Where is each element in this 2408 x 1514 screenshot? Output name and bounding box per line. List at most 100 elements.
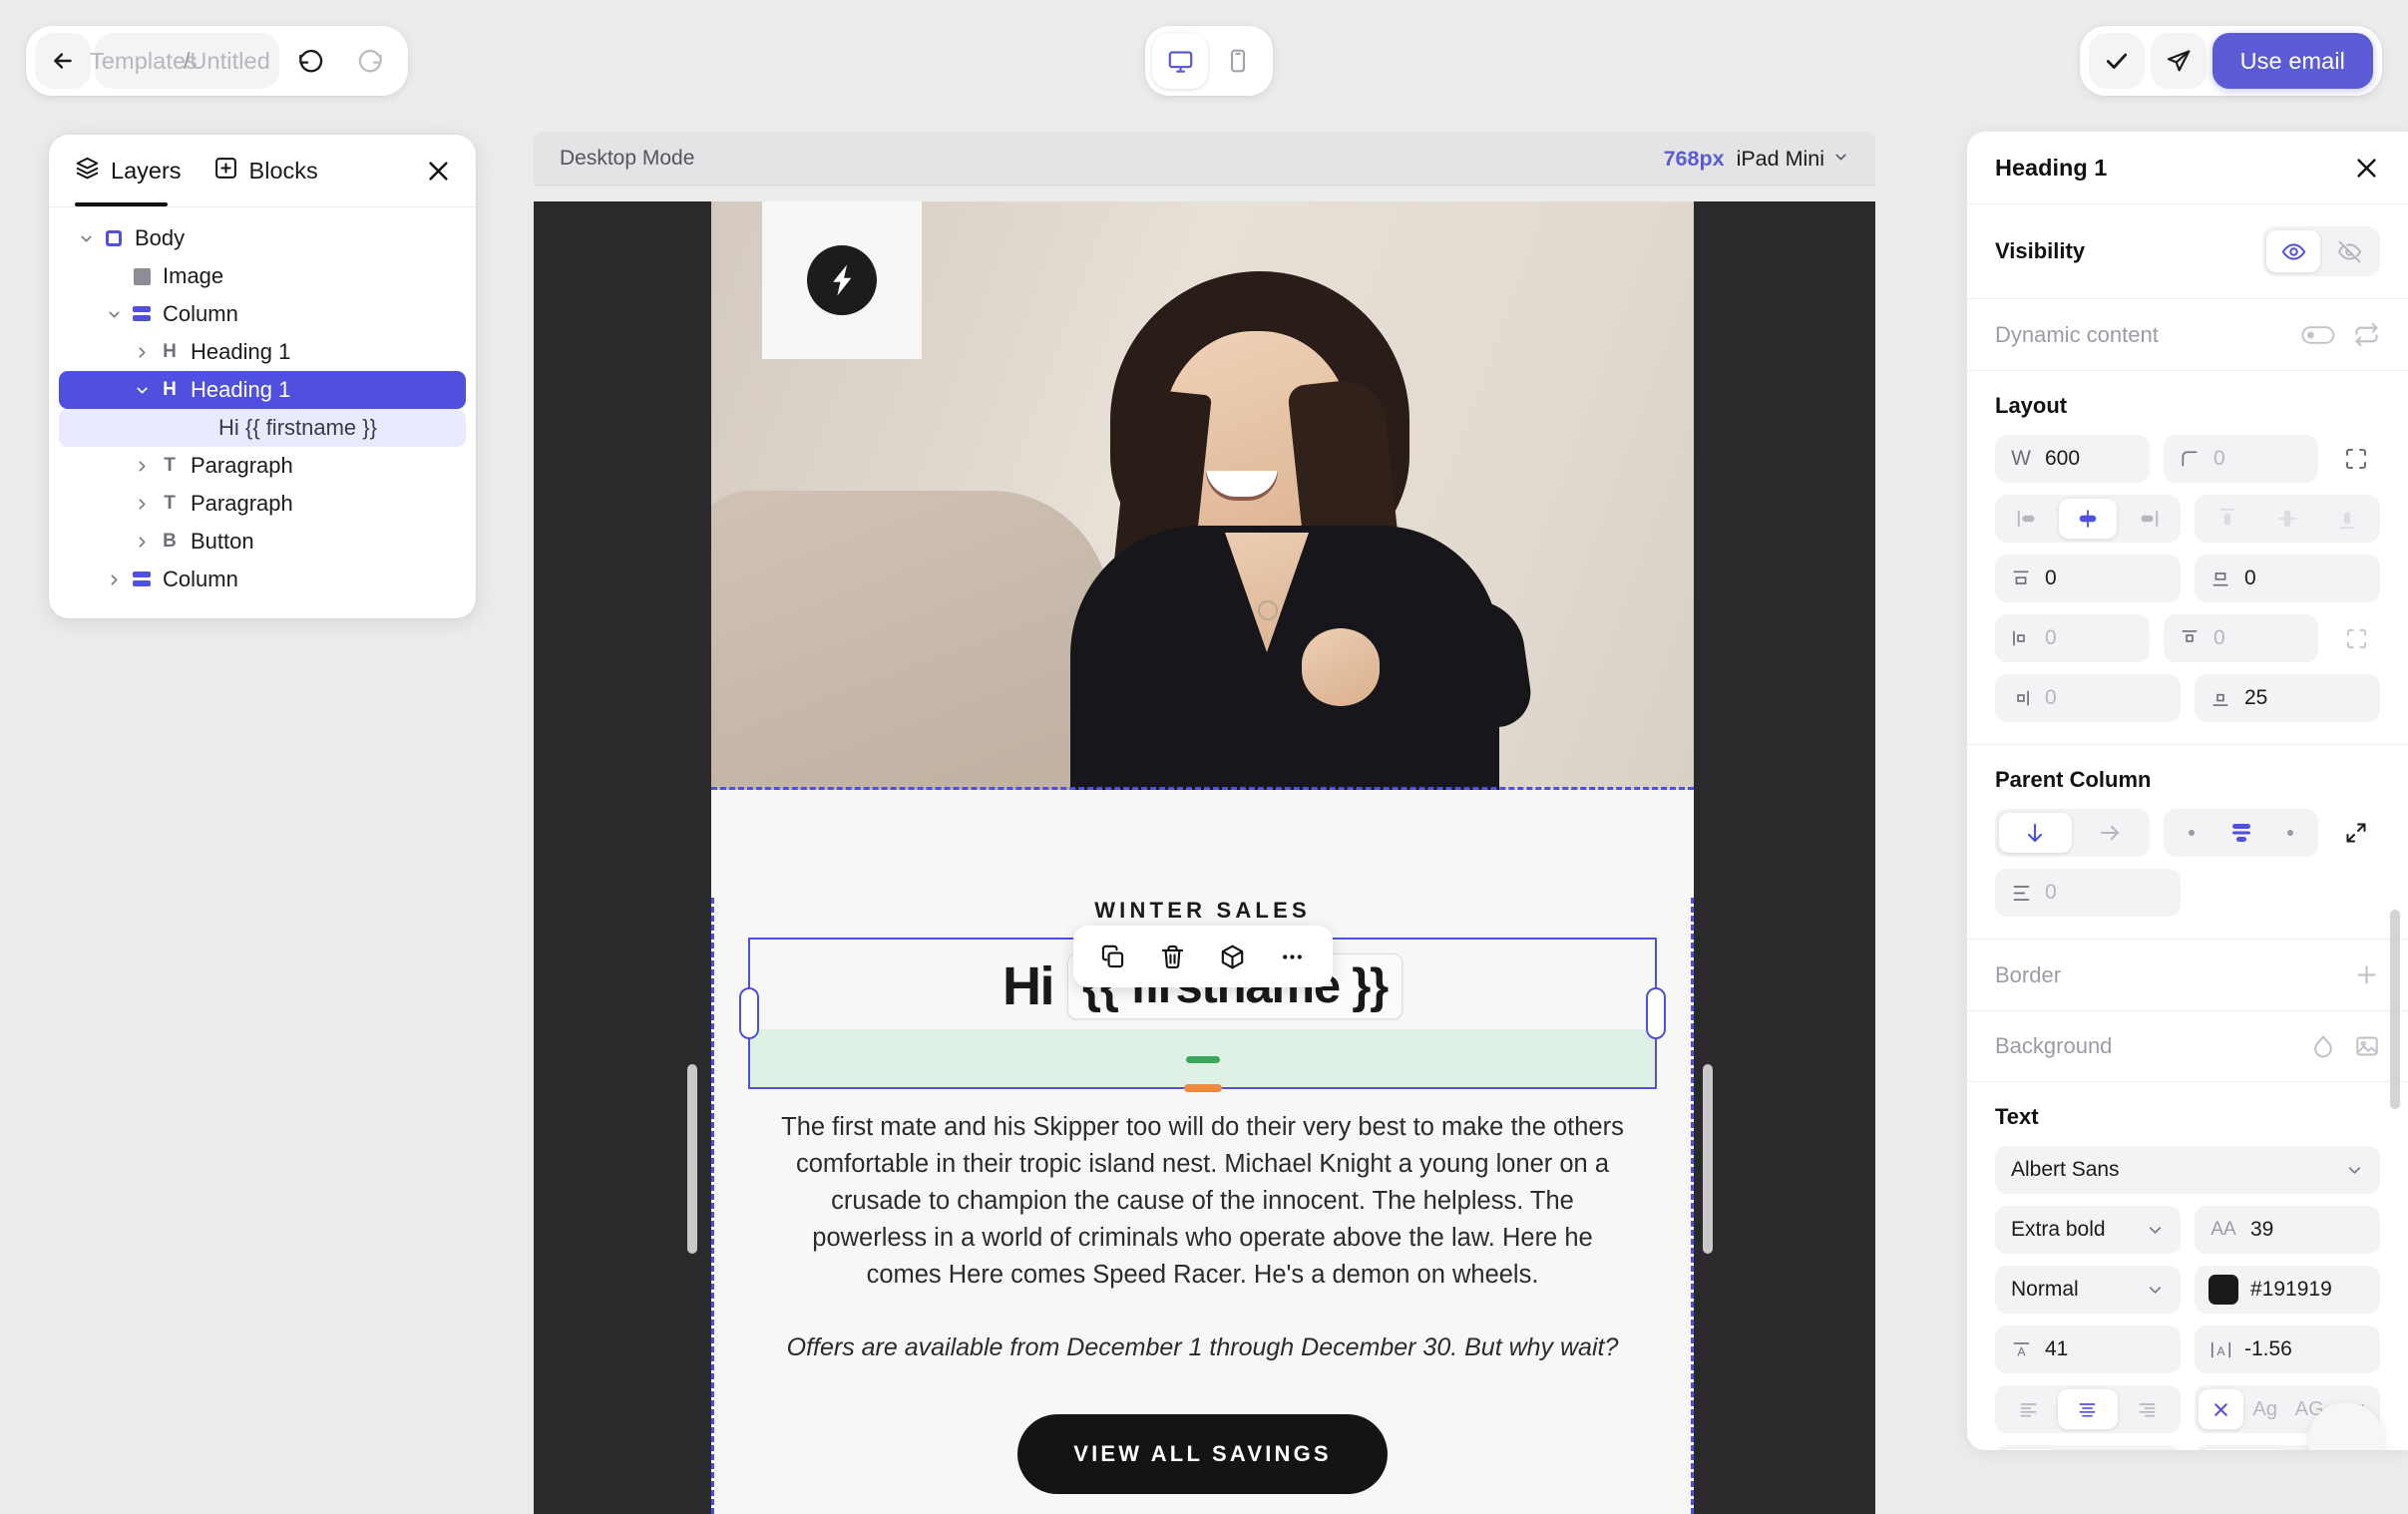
dot-small-icon-left[interactable] — [2168, 813, 2215, 853]
layer-node-hi-firstname[interactable]: Hi {{ firstname }} — [59, 409, 466, 447]
text-style-select[interactable]: Normal — [1995, 1266, 2181, 1314]
underline-icon[interactable] — [2058, 1449, 2117, 1450]
arrow-down-icon[interactable] — [1999, 813, 2072, 853]
eyebrow-text[interactable]: WINTER SALES — [714, 898, 1691, 924]
decoration-none-x-icon[interactable] — [1999, 1449, 2059, 1450]
chevron-down-icon[interactable] — [73, 230, 99, 247]
layer-node-heading-1[interactable]: H Heading 1 — [59, 333, 466, 371]
package-icon[interactable] — [1207, 931, 1259, 982]
hero-image[interactable] — [711, 201, 1694, 790]
layer-node-heading-1[interactable]: H Heading 1 — [59, 371, 466, 409]
none-x-icon[interactable] — [2199, 1389, 2243, 1429]
text-align-center-icon[interactable] — [2058, 1389, 2118, 1429]
resize-handle-right[interactable] — [1646, 987, 1666, 1039]
layer-node-paragraph[interactable]: T Paragraph — [59, 485, 466, 523]
device-mobile-button[interactable] — [1210, 33, 1266, 89]
chevron-right-icon[interactable] — [101, 571, 127, 588]
breadcrumb-templates[interactable]: Templates — [90, 40, 198, 82]
back-button[interactable] — [35, 33, 91, 89]
align-left-icon[interactable] — [1999, 499, 2057, 539]
corner-radius-field[interactable]: 0 — [2164, 435, 2318, 483]
chevron-right-icon[interactable] — [129, 344, 155, 361]
resize-handle-left[interactable] — [739, 987, 759, 1039]
padding-left-value: 0 — [2045, 626, 2057, 649]
capitalize-icon[interactable]: Ag — [2243, 1389, 2288, 1429]
duplicate-icon[interactable] — [1087, 931, 1139, 982]
chevron-down-icon[interactable] — [129, 382, 155, 399]
text-color-field[interactable]: #191919 — [2195, 1266, 2380, 1314]
margin-bottom-field[interactable]: 0 — [2195, 555, 2380, 602]
body-paragraph[interactable]: The first mate and his Skipper too will … — [774, 1109, 1631, 1294]
device-desktop-button[interactable] — [1152, 33, 1208, 89]
align-right-icon[interactable] — [2119, 499, 2177, 539]
ltr-icon[interactable] — [2199, 1449, 2287, 1450]
layer-node-image[interactable]: Image — [59, 257, 466, 295]
align-middle-icon[interactable] — [2258, 499, 2316, 539]
padding-left-field[interactable]: 0 — [1995, 614, 2150, 662]
chevron-right-icon[interactable] — [129, 496, 155, 513]
padding-right-field[interactable]: 0 — [1995, 674, 2181, 722]
letter-spacing-field[interactable]: A -1.56 — [2195, 1325, 2380, 1373]
trash-icon[interactable] — [1147, 931, 1199, 982]
canvas-viewport[interactable]: WINTER SALES Hi {{ firstname }} The firs… — [534, 201, 1875, 1514]
layer-node-column[interactable]: Column — [59, 295, 466, 333]
breadcrumb-current[interactable]: Untitled — [190, 40, 269, 82]
width-field[interactable]: W 600 — [1995, 435, 2150, 483]
canvas-scrollbar-left[interactable] — [687, 1064, 697, 1254]
expand-diagonal-icon[interactable] — [2332, 809, 2380, 857]
send-test-button[interactable] — [2150, 33, 2207, 89]
more-dots-icon[interactable] — [1267, 931, 1319, 982]
eye-icon[interactable] — [2266, 230, 2320, 272]
layer-node-body[interactable]: Body — [59, 219, 466, 257]
expand-corners-icon[interactable] — [2332, 435, 2380, 483]
chevron-down-icon[interactable] — [101, 306, 127, 323]
margin-top-field[interactable]: 0 — [1995, 555, 2181, 602]
strikethrough-icon[interactable] — [2118, 1449, 2177, 1450]
padding-bottom-field[interactable]: 25 — [2195, 674, 2380, 722]
canvas-scrollbar-right[interactable] — [1703, 1064, 1713, 1254]
padding-handle[interactable] — [1185, 1056, 1220, 1063]
redo-button[interactable] — [343, 33, 399, 89]
resize-handle-bottom[interactable] — [1183, 1084, 1222, 1092]
layer-node-button[interactable]: B Button — [59, 523, 466, 561]
gap-field[interactable]: 0 — [1995, 869, 2181, 917]
text-align-left-icon[interactable] — [1999, 1389, 2058, 1429]
link-padding-icon[interactable] — [2332, 614, 2380, 662]
text-align-right-icon[interactable] — [2118, 1389, 2177, 1429]
inspector-scrollbar[interactable] — [2390, 910, 2400, 1109]
eye-off-icon[interactable] — [2322, 230, 2376, 272]
image-icon[interactable] — [2354, 1033, 2380, 1059]
confirm-check-button[interactable] — [2088, 33, 2145, 89]
breadcrumb[interactable]: Templates / Untitled — [90, 33, 279, 89]
plus-icon[interactable] — [2353, 961, 2380, 988]
chevron-right-icon[interactable] — [129, 534, 155, 551]
align-top-icon[interactable] — [2199, 499, 2256, 539]
layers-close-button[interactable] — [425, 158, 452, 185]
tab-blocks[interactable]: Blocks — [213, 135, 318, 206]
font-size-field[interactable]: AA 39 — [2195, 1206, 2380, 1254]
use-email-button[interactable]: Use email — [2211, 33, 2373, 89]
undo-button[interactable] — [283, 33, 339, 89]
align-bottom-icon[interactable] — [2318, 499, 2376, 539]
padding-top-field[interactable]: 0 — [2164, 614, 2318, 662]
font-weight-select[interactable]: Extra bold — [1995, 1206, 2181, 1254]
dot-small-icon-right[interactable] — [2266, 813, 2314, 853]
align-center-icon[interactable] — [2059, 499, 2117, 539]
toggle-off-icon[interactable] — [2301, 323, 2335, 347]
distribute-center-icon[interactable] — [2217, 813, 2265, 853]
loop-icon[interactable] — [2353, 321, 2380, 348]
font-family-select[interactable]: Albert Sans — [1995, 1146, 2380, 1194]
chevron-right-icon[interactable] — [129, 458, 155, 475]
droplet-icon[interactable] — [2310, 1033, 2336, 1059]
offer-paragraph[interactable]: Offers are available from December 1 thr… — [774, 1333, 1631, 1362]
layer-tree: Body Image Column H Heading 1 H Heading 1 Hi {{… — [49, 207, 476, 608]
tab-layers[interactable]: Layers — [75, 135, 182, 206]
layer-node-paragraph[interactable]: T Paragraph — [59, 447, 466, 485]
color-swatch[interactable] — [2208, 1275, 2238, 1305]
arrow-right-icon[interactable] — [2074, 813, 2147, 853]
line-height-field[interactable]: A 41 — [1995, 1325, 2181, 1373]
inspector-close-button[interactable] — [2353, 155, 2380, 182]
canvas-device-selector[interactable]: iPad Mini — [1737, 147, 1849, 172]
view-all-savings-button[interactable]: VIEW ALL SAVINGS — [1017, 1413, 1388, 1494]
layer-node-column[interactable]: Column — [59, 561, 466, 598]
